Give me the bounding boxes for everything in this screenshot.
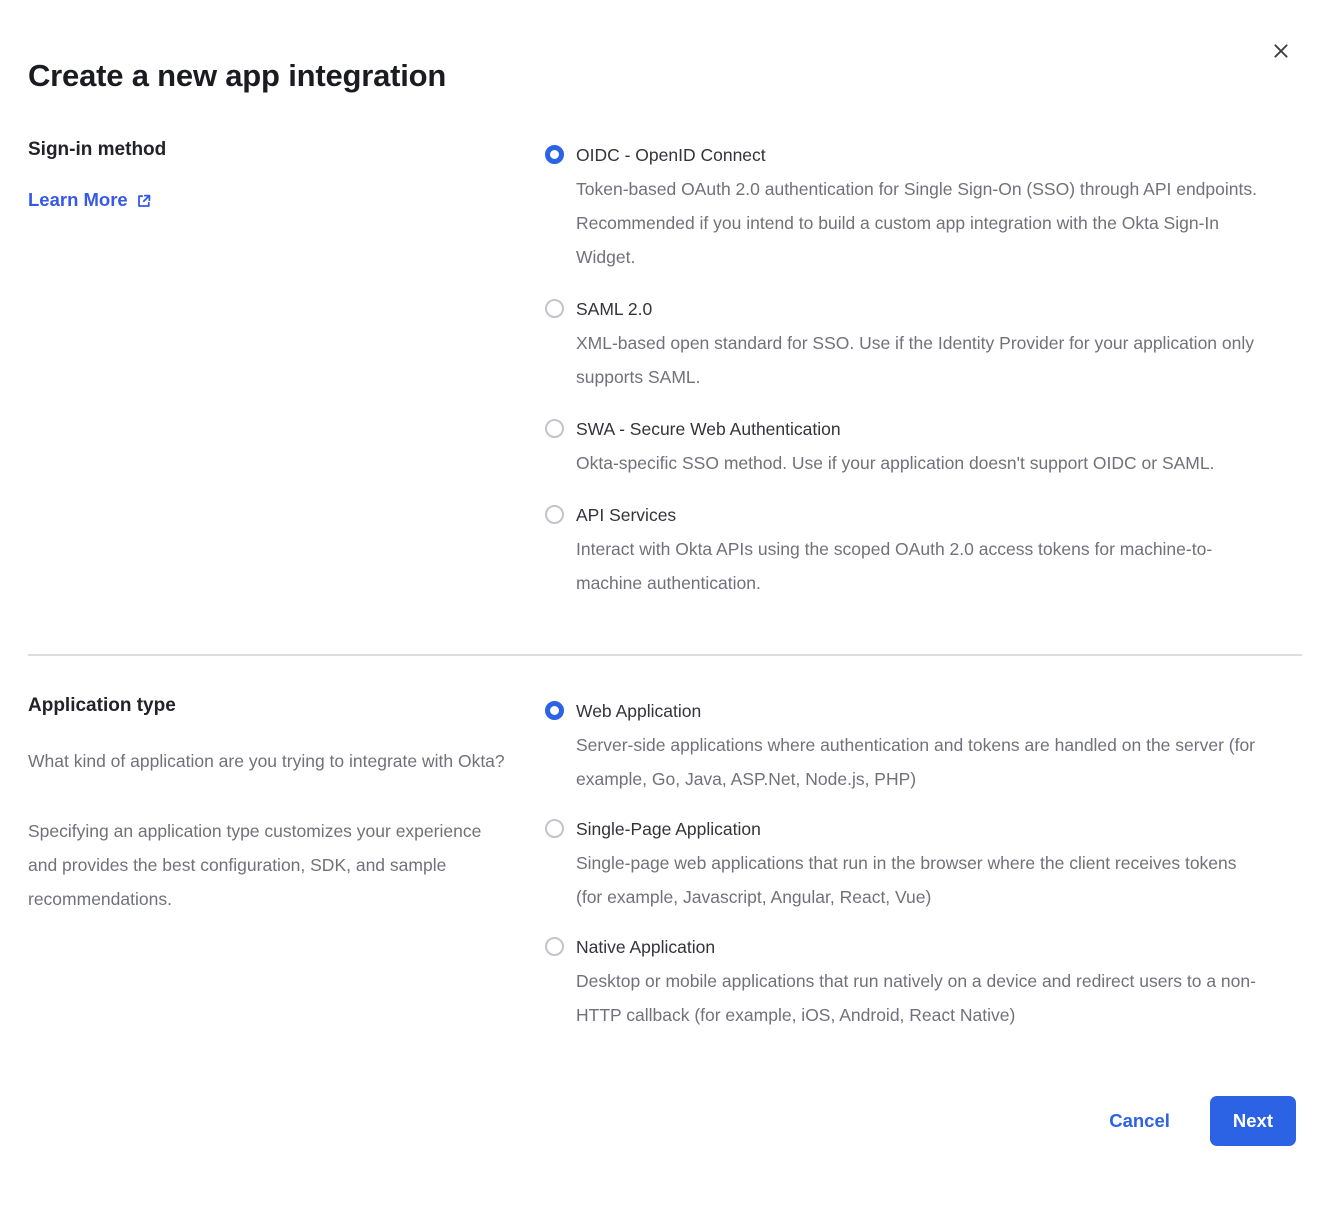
- radio-option-label: Native Application: [576, 930, 1267, 964]
- application-type-intro-1: What kind of application are you trying …: [28, 744, 515, 778]
- radio-selected-icon[interactable]: [545, 701, 564, 720]
- radio-option-swa[interactable]: SWA - Secure Web Authentication Okta-spe…: [545, 412, 1267, 480]
- signin-method-heading: Sign-in method: [28, 138, 515, 162]
- application-type-section: Application type What kind of applicatio…: [28, 694, 1302, 1032]
- cancel-button[interactable]: Cancel: [1109, 1110, 1170, 1132]
- application-type-left-column: Application type What kind of applicatio…: [28, 694, 545, 916]
- radio-unselected-icon[interactable]: [545, 505, 564, 524]
- radio-option-web-application[interactable]: Web Application Server-side applications…: [545, 694, 1267, 796]
- radio-option-description: Single-page web applications that run in…: [576, 846, 1267, 914]
- section-divider: [28, 654, 1302, 656]
- application-type-intro-2: Specifying an application type customize…: [28, 814, 515, 916]
- close-icon[interactable]: [1272, 38, 1298, 64]
- signin-method-options: OIDC - OpenID Connect Token-based OAuth …: [545, 138, 1267, 600]
- radio-option-description: XML-based open standard for SSO. Use if …: [576, 326, 1267, 394]
- radio-selected-icon[interactable]: [545, 145, 564, 164]
- signin-method-left-column: Sign-in method Learn More: [28, 138, 545, 211]
- next-button[interactable]: Next: [1210, 1096, 1296, 1146]
- external-link-icon: [136, 193, 152, 209]
- radio-option-label: SAML 2.0: [576, 292, 1267, 326]
- dialog-footer: Cancel Next: [28, 1096, 1302, 1146]
- application-type-options: Web Application Server-side applications…: [545, 694, 1267, 1032]
- radio-option-saml[interactable]: SAML 2.0 XML-based open standard for SSO…: [545, 292, 1267, 394]
- radio-option-description: Interact with Okta APIs using the scoped…: [576, 532, 1267, 600]
- radio-option-label: API Services: [576, 498, 1267, 532]
- radio-option-description: Server-side applications where authentic…: [576, 728, 1267, 796]
- radio-unselected-icon[interactable]: [545, 299, 564, 318]
- radio-option-label: Web Application: [576, 694, 1267, 728]
- learn-more-label: Learn More: [28, 189, 128, 211]
- radio-option-description: Okta-specific SSO method. Use if your ap…: [576, 446, 1214, 480]
- radio-option-single-page-application[interactable]: Single-Page Application Single-page web …: [545, 812, 1267, 914]
- learn-more-link[interactable]: Learn More: [28, 189, 152, 211]
- radio-option-api-services[interactable]: API Services Interact with Okta APIs usi…: [545, 498, 1267, 600]
- radio-option-label: SWA - Secure Web Authentication: [576, 412, 1214, 446]
- radio-option-description: Desktop or mobile applications that run …: [576, 964, 1267, 1032]
- application-type-heading: Application type: [28, 694, 515, 718]
- radio-unselected-icon[interactable]: [545, 819, 564, 838]
- radio-option-label: Single-Page Application: [576, 812, 1267, 846]
- dialog-title: Create a new app integration: [28, 0, 1302, 94]
- signin-method-section: Sign-in method Learn More OIDC - OpenID …: [28, 138, 1302, 600]
- radio-unselected-icon[interactable]: [545, 937, 564, 956]
- radio-unselected-icon[interactable]: [545, 419, 564, 438]
- radio-option-native-application[interactable]: Native Application Desktop or mobile app…: [545, 930, 1267, 1032]
- radio-option-label: OIDC - OpenID Connect: [576, 138, 1267, 172]
- radio-option-oidc[interactable]: OIDC - OpenID Connect Token-based OAuth …: [545, 138, 1267, 274]
- create-app-integration-dialog: Create a new app integration Sign-in met…: [0, 0, 1332, 1210]
- radio-option-description: Token-based OAuth 2.0 authentication for…: [576, 172, 1267, 274]
